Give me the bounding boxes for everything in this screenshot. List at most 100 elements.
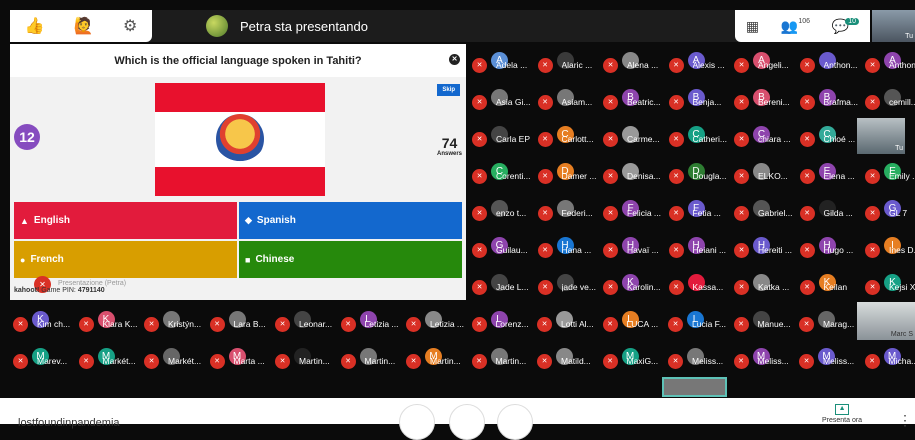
participant-tile[interactable]: ✕Meliss... bbox=[668, 342, 732, 378]
participant-tile[interactable]: E✕Emily ... bbox=[865, 157, 915, 193]
grid-layout-icon[interactable]: ▦ bbox=[746, 18, 759, 35]
participant-tile[interactable]: ✕Jade L... bbox=[472, 268, 536, 304]
participant-tile[interactable]: ✕Martin... bbox=[275, 342, 339, 378]
participant-tile[interactable]: ✕Matild... bbox=[537, 342, 601, 378]
participant-tile[interactable]: ✕Katka ... bbox=[734, 268, 798, 304]
participant-tile[interactable]: ✕ELKO... bbox=[734, 157, 798, 193]
participant-tile[interactable]: C✕chiara ... bbox=[734, 120, 798, 156]
participant-tile[interactable]: L✕LUCA ... bbox=[603, 305, 667, 341]
self-video-thumb[interactable]: Tu bbox=[872, 10, 915, 42]
participant-tile[interactable]: E✕Elena ... bbox=[800, 157, 864, 193]
participant-tile[interactable]: ✕Kassa... bbox=[669, 268, 733, 304]
participant-tile[interactable]: ✕Carla EP bbox=[472, 120, 536, 156]
participant-tile[interactable]: A✕Angeli... bbox=[734, 46, 798, 82]
participant-tile[interactable]: H✕Havaï ... bbox=[603, 231, 667, 267]
participant-tile[interactable]: C✕Catheri... bbox=[669, 120, 733, 156]
participant-video-tile[interactable]: Marc S bbox=[857, 302, 915, 340]
end-call-button[interactable] bbox=[449, 404, 485, 440]
participant-tile[interactable]: ✕Gabriel... bbox=[734, 194, 798, 230]
participant-video-tile[interactable] bbox=[662, 377, 727, 397]
more-options-icon[interactable]: ⋮ bbox=[898, 412, 912, 429]
participant-tile[interactable]: B✕Beatric... bbox=[603, 83, 667, 119]
participant-tile[interactable]: A✕Anthon bbox=[865, 46, 915, 82]
participant-tile[interactable]: F✕Fetia ... bbox=[669, 194, 733, 230]
participant-tile[interactable]: M✕Meliss... bbox=[799, 342, 863, 378]
participant-tile[interactable]: H✕Hana ... bbox=[538, 231, 602, 267]
participant-tile[interactable]: L✕Lucia F... bbox=[668, 305, 732, 341]
participant-tile[interactable]: A✕Alexis ... bbox=[669, 46, 733, 82]
answer-option-red[interactable]: ▲English bbox=[14, 202, 237, 239]
participant-tile[interactable]: L✕Letizia ... bbox=[341, 305, 405, 341]
participant-tile[interactable]: M✕MaxiG... bbox=[603, 342, 667, 378]
settings-icon[interactable]: ⚙ bbox=[123, 16, 137, 36]
meeting-name[interactable]: lostfoundinpandemia bbox=[18, 417, 120, 429]
participant-name: Markét... bbox=[103, 356, 145, 366]
participant-tile[interactable]: B✕Benja... bbox=[669, 83, 733, 119]
participant-tile[interactable]: F✕Felicia ... bbox=[603, 194, 667, 230]
participant-tile[interactable]: K✕Kim ch... bbox=[13, 305, 77, 341]
participant-tile[interactable]: M✕Micha... bbox=[865, 342, 915, 378]
participant-tile[interactable]: ✕Lara B... bbox=[210, 305, 274, 341]
skip-button[interactable]: Skip bbox=[437, 84, 460, 96]
participant-tile[interactable]: D✕Dougla... bbox=[669, 157, 733, 193]
participant-tile[interactable]: I✕Ines D... bbox=[865, 231, 915, 267]
participant-tile[interactable]: K✕Kejsi X bbox=[865, 268, 915, 304]
participant-tile[interactable]: G✕Guilau... bbox=[472, 231, 536, 267]
participant-tile[interactable]: B✕Brafma... bbox=[800, 83, 864, 119]
participant-tile[interactable]: M✕Markét... bbox=[79, 342, 143, 378]
participant-tile[interactable]: M✕Meliss... bbox=[734, 342, 798, 378]
participant-tile[interactable]: ✕Marag... bbox=[799, 305, 863, 341]
participant-tile[interactable]: ✕Gilda ... bbox=[800, 194, 864, 230]
participant-tile[interactable]: K✕Klara K... bbox=[79, 305, 143, 341]
participant-tile[interactable]: H✕Hugo ... bbox=[800, 231, 864, 267]
participant-tile[interactable]: ✕Federi... bbox=[538, 194, 602, 230]
participant-tile[interactable]: D✕Damer ... bbox=[538, 157, 602, 193]
answer-option-yellow[interactable]: ●French bbox=[14, 241, 237, 278]
participant-tile[interactable]: ✕Markét... bbox=[144, 342, 208, 378]
participant-tile[interactable]: ✕Kristýn... bbox=[144, 305, 208, 341]
participant-tile[interactable]: G✕GL 7 bbox=[865, 194, 915, 230]
participant-tile[interactable]: K✕Keilan bbox=[800, 268, 864, 304]
participant-tile[interactable]: ✕enzo t... bbox=[472, 194, 536, 230]
participant-tile[interactable]: ✕cemill... bbox=[865, 83, 915, 119]
answer-option-green[interactable]: ■Chinese bbox=[239, 241, 462, 278]
present-now-button[interactable]: ▲Presenta ora bbox=[822, 404, 862, 424]
participant-tile[interactable]: ✕Letizia ... bbox=[406, 305, 470, 341]
thumbs-up-icon[interactable]: 👍 bbox=[25, 16, 45, 36]
microphone-button[interactable] bbox=[399, 404, 435, 440]
participant-tile[interactable]: ✕Carme... bbox=[603, 120, 667, 156]
participants-icon[interactable]: 👥106 bbox=[781, 18, 810, 35]
participant-tile[interactable]: ✕Leonar... bbox=[275, 305, 339, 341]
camera-button[interactable] bbox=[497, 404, 533, 440]
participant-tile[interactable]: H✕Hereiti ... bbox=[734, 231, 798, 267]
participant-tile[interactable]: ✕jade ve... bbox=[538, 268, 602, 304]
participant-video-tile[interactable]: Tu bbox=[857, 118, 905, 154]
participant-tile[interactable]: M✕Martin... bbox=[406, 342, 470, 378]
participant-tile[interactable]: ✕Asiam... bbox=[538, 83, 602, 119]
participant-tile[interactable]: ✕Alaric ... bbox=[538, 46, 602, 82]
participant-tile[interactable]: ✕Anthon... bbox=[800, 46, 864, 82]
participant-tile[interactable]: C✕Chloé ... bbox=[800, 120, 864, 156]
participant-tile[interactable]: ✕Asia Gi... bbox=[472, 83, 536, 119]
chat-icon[interactable]: 💬10 bbox=[832, 18, 859, 35]
answer-option-blue[interactable]: ◆Spanish bbox=[239, 202, 462, 239]
participant-tile[interactable]: ✕Martin... bbox=[341, 342, 405, 378]
participant-name: Gabriel... bbox=[758, 208, 800, 218]
participant-tile[interactable]: ✕Alena ... bbox=[603, 46, 667, 82]
participant-tile[interactable]: C✕Corenti... bbox=[472, 157, 536, 193]
participant-tile[interactable]: L✕Lorenz... bbox=[472, 305, 536, 341]
participant-tile[interactable]: ✕Lotti Al... bbox=[537, 305, 601, 341]
muted-mic-icon: ✕ bbox=[669, 95, 684, 110]
participant-tile[interactable]: C✕Carlott... bbox=[538, 120, 602, 156]
participant-tile[interactable]: A✕Adela ... bbox=[472, 46, 536, 82]
raise-hand-icon[interactable]: 🙋 bbox=[74, 16, 94, 36]
participant-tile[interactable]: H✕Heiani ... bbox=[669, 231, 733, 267]
participant-tile[interactable]: M✕Marev... bbox=[13, 342, 77, 378]
participant-tile[interactable]: M✕Marta ... bbox=[210, 342, 274, 378]
participant-tile[interactable]: ✕Manue... bbox=[734, 305, 798, 341]
close-icon[interactable]: ✕ bbox=[449, 54, 460, 65]
participant-tile[interactable]: K✕Karolin... bbox=[603, 268, 667, 304]
participant-tile[interactable]: B✕Bereni... bbox=[734, 83, 798, 119]
participant-tile[interactable]: ✕Martin... bbox=[472, 342, 536, 378]
participant-tile[interactable]: ✕Denisa... bbox=[603, 157, 667, 193]
